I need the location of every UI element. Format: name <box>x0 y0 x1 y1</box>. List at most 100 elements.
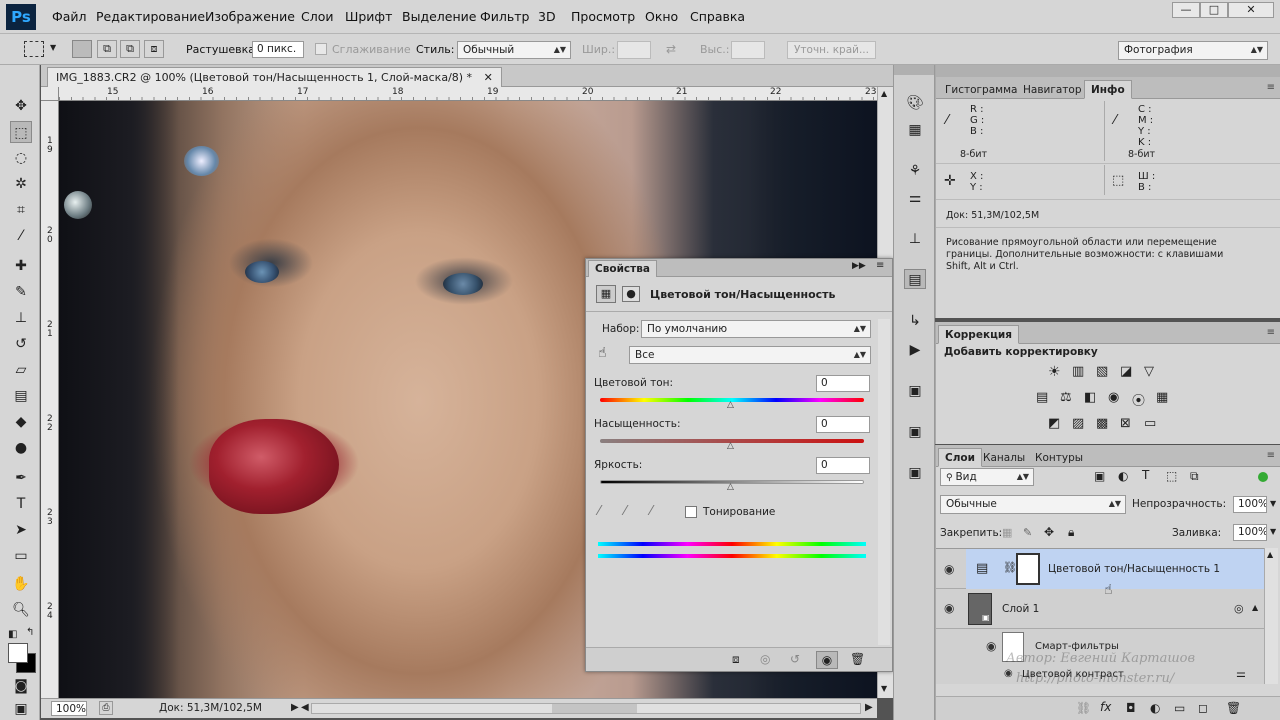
scroll-thumb[interactable] <box>552 704 637 713</box>
color-lookup-icon[interactable]: ▦ <box>1156 390 1168 405</box>
tab-adjustments[interactable]: Коррекция <box>938 325 1019 344</box>
intersect-selection-icon[interactable]: ⧈ <box>144 40 164 58</box>
view-previous-icon[interactable]: ◎ <box>760 652 770 666</box>
curves-icon[interactable]: ▧ <box>1096 364 1108 379</box>
brightness-contrast-icon[interactable]: ☀ <box>1048 364 1061 380</box>
panel-menu-icon[interactable]: ≡ <box>876 260 884 271</box>
scroll-up-icon[interactable]: ▲ <box>1267 550 1273 559</box>
opacity-input[interactable]: 100% <box>1233 496 1267 513</box>
blur-tool-icon[interactable]: ◆ <box>10 411 32 433</box>
delete-layer-icon[interactable]: 🗑︎ <box>1226 701 1241 715</box>
canvas-horizontal-scrollbar[interactable] <box>311 703 861 714</box>
new-group-icon[interactable]: ▭ <box>1174 701 1185 715</box>
dock-grip[interactable] <box>894 65 934 75</box>
lock-transparent-icon[interactable]: ▦ <box>1002 526 1012 539</box>
filter-shape-icon[interactable]: ⬚ <box>1166 469 1177 483</box>
layer-mask-thumbnail[interactable] <box>1016 553 1040 585</box>
eyedropper-tool-icon[interactable]: ⁄ <box>10 225 32 247</box>
filter-options-icon[interactable]: ⚌ <box>1236 667 1246 680</box>
layers-scrollbar[interactable]: ▲ <box>1264 548 1278 684</box>
layer-comps-icon[interactable]: ▣ <box>904 381 926 401</box>
hue-slider-thumb[interactable]: △ <box>727 400 734 410</box>
invert-icon[interactable]: ◩ <box>1048 416 1060 431</box>
rect-marquee-tool-icon[interactable]: ⬚ <box>10 121 32 143</box>
swatches-panel-icon[interactable]: ▦ <box>904 120 926 140</box>
workspace-select[interactable]: Фотография ▲▼ <box>1118 41 1268 60</box>
eye-icon[interactable]: ◉ <box>986 639 996 653</box>
fill-input[interactable]: 100% <box>1233 524 1267 541</box>
eyedropper-icon[interactable]: ⁄ <box>598 504 600 519</box>
hue-saturation-icon[interactable]: ▤ <box>1036 390 1048 405</box>
fx-icon[interactable]: fx <box>1100 700 1111 714</box>
scroll-down-icon[interactable]: ▼ <box>881 684 887 693</box>
dodge-tool-icon[interactable]: ● <box>10 437 32 459</box>
tab-info[interactable]: Инфо <box>1084 80 1132 99</box>
rectangle-tool-icon[interactable]: ▭ <box>10 545 32 567</box>
ruler-origin[interactable] <box>41 87 59 101</box>
menu-3d[interactable]: 3D <box>538 9 556 24</box>
height-input[interactable] <box>731 41 765 59</box>
screen-mode-icon[interactable]: ▣ <box>10 698 32 720</box>
preset-select[interactable]: По умолчанию ▲▼ <box>641 320 871 338</box>
new-layer-icon[interactable]: ◻ <box>1198 701 1208 715</box>
chevron-down-icon[interactable]: ▼ <box>1270 499 1276 508</box>
expand-triangle-icon[interactable]: ▲ <box>1252 603 1258 612</box>
adjustment-icon[interactable]: ▦ <box>596 285 616 303</box>
menu-window[interactable]: Окно <box>645 9 678 24</box>
mask-icon[interactable]: ● <box>622 286 640 302</box>
character-panel-icon[interactable]: ▣ <box>904 463 926 483</box>
black-white-icon[interactable]: ◧ <box>1084 390 1096 405</box>
eye-icon[interactable]: ◉ <box>944 601 954 615</box>
close-tab-icon[interactable]: ✕ <box>484 71 493 84</box>
menu-layer[interactable]: Слои <box>301 9 334 24</box>
color-panel-icon[interactable]: 🎨︎ <box>904 93 926 113</box>
horizontal-ruler[interactable]: 15 16 17 18 19 20 21 22 23 <box>59 87 877 101</box>
lock-position-icon[interactable]: ✥ <box>1044 525 1054 539</box>
brush-tool-icon[interactable]: ✎ <box>10 281 32 303</box>
table-row[interactable]: ◉ ▣ Слой 1 ◎ ▲ <box>936 589 1264 629</box>
smart-filters-label[interactable]: Смарт-фильтры <box>1035 641 1119 652</box>
eye-icon[interactable]: ◉ <box>1004 668 1013 679</box>
properties-header[interactable]: Свойства ▶▶ ≡ <box>586 259 892 277</box>
threshold-icon[interactable]: ▩ <box>1096 416 1108 431</box>
swap-icon[interactable]: ⇄ <box>666 42 676 56</box>
quick-select-tool-icon[interactable]: ✲ <box>10 173 32 195</box>
blend-mode-select[interactable]: Обычные ▲▼ <box>940 495 1126 514</box>
lasso-tool-icon[interactable]: ◌ <box>10 147 32 169</box>
minimize-button[interactable]: — <box>1172 2 1200 18</box>
tab-histogram[interactable]: Гистограмма <box>938 80 1024 99</box>
lock-pixels-icon[interactable]: ✎ <box>1023 526 1032 539</box>
new-adjustment-icon[interactable]: ◐ <box>1150 701 1160 715</box>
paragraph-panel-icon[interactable]: ▣ <box>904 422 926 442</box>
photo-filter-icon[interactable]: ◉ <box>1108 390 1119 405</box>
panel-grip[interactable] <box>936 65 1280 77</box>
layer-name[interactable]: Цветовой тон/Насыщенность 1 <box>1048 563 1220 575</box>
type-tool-icon[interactable]: T <box>10 493 32 515</box>
filter-pixel-icon[interactable]: ▣ <box>1094 469 1105 483</box>
pen-tool-icon[interactable]: ✒ <box>10 467 32 489</box>
marquee-tool-preset-icon[interactable] <box>24 41 44 57</box>
healing-brush-tool-icon[interactable]: ✚ <box>10 255 32 277</box>
crop-tool-icon[interactable]: ⌗ <box>10 199 32 221</box>
scroll-right-icon[interactable]: ▶ <box>865 702 873 713</box>
properties-scrollbar[interactable] <box>878 319 890 645</box>
status-share-icon[interactable]: ⎙ <box>99 701 113 715</box>
collapse-icon[interactable]: ▶▶ <box>852 261 866 271</box>
filter-toggle-icon[interactable] <box>1258 472 1268 482</box>
levels-icon[interactable]: ▥ <box>1072 364 1084 379</box>
subtract-selection-icon[interactable]: ⧉ <box>120 40 140 58</box>
eraser-tool-icon[interactable]: ▱ <box>10 359 32 381</box>
colorize-checkbox[interactable] <box>685 506 697 518</box>
selective-color-icon[interactable]: ⊠ <box>1120 416 1131 431</box>
actions-panel-icon[interactable]: ▶ <box>904 340 926 360</box>
default-colors-icon[interactable]: ◧ <box>8 629 17 640</box>
layer-name[interactable]: Слой 1 <box>1002 603 1039 615</box>
eye-icon[interactable]: ◉ <box>944 562 954 576</box>
hand-tool-icon[interactable]: ✋ <box>10 573 32 595</box>
hue-input[interactable]: 0 <box>816 375 870 392</box>
color-balance-icon[interactable]: ⚖ <box>1060 390 1072 405</box>
vertical-ruler[interactable]: 1 9 2 0 2 1 2 2 2 3 2 4 <box>41 101 59 698</box>
table-row[interactable]: ◉ ▤ ⛓︎ Цветовой тон/Насыщенность 1 ☝ <box>936 549 1264 598</box>
filter-adjustment-icon[interactable]: ◐ <box>1118 469 1128 483</box>
chevron-down-icon[interactable]: ▼ <box>50 43 56 52</box>
